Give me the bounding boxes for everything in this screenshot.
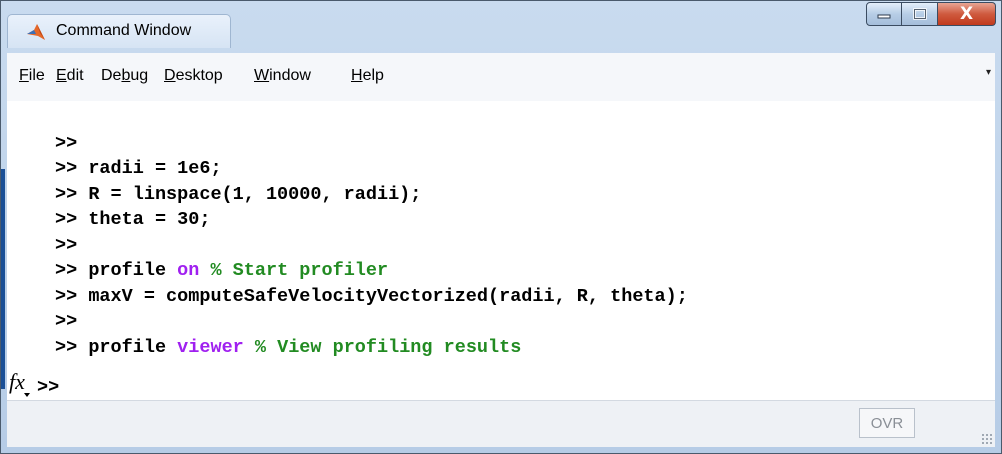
menu-overflow-icon[interactable]: ▾ xyxy=(986,67,991,78)
fx-function-browser-icon[interactable]: fx xyxy=(9,369,25,395)
menu-window[interactable]: Window xyxy=(254,67,311,85)
command-output-area[interactable]: >> >> radii = 1e6; >> R = linspace(1, 1000… xyxy=(7,101,995,401)
menu-bar: File Edit Debug Desktop Window Help ▾ xyxy=(7,53,995,102)
matlab-logo-icon xyxy=(27,24,45,40)
console-line: >> xyxy=(55,234,78,256)
window-tab[interactable]: Command Window xyxy=(7,14,231,48)
minimize-button[interactable] xyxy=(866,2,902,26)
close-icon: X xyxy=(959,4,974,24)
window-title: Command Window xyxy=(56,22,192,39)
current-prompt[interactable]: >> xyxy=(37,377,59,398)
console-line: >> xyxy=(55,311,78,332)
left-accent-strip xyxy=(1,169,5,389)
console-line: >> xyxy=(55,132,78,154)
minimize-icon xyxy=(877,14,891,19)
console-line: >> profile viewer % View profiling resul… xyxy=(55,336,522,358)
console-line: >> R = linspace(1, 10000, radii); xyxy=(55,183,422,205)
maximize-button[interactable] xyxy=(902,2,938,26)
close-button[interactable]: X xyxy=(938,2,996,26)
console-line: >> maxV = computeSafeVelocityVectorized(… xyxy=(55,285,688,307)
menu-help[interactable]: Help xyxy=(351,67,384,85)
console-line: >> profile on % Start profiler xyxy=(55,260,389,281)
title-bar[interactable]: Command Window X xyxy=(1,1,1001,53)
resize-grip-icon[interactable] xyxy=(981,433,993,445)
command-history: >> >> radii = 1e6; >> R = linspace(1, 1000… xyxy=(55,105,688,360)
maximize-icon xyxy=(912,8,927,20)
menu-debug[interactable]: Debug xyxy=(101,67,148,85)
window-controls: X xyxy=(866,2,996,28)
menu-file[interactable]: File xyxy=(19,67,45,85)
ovr-indicator: OVR xyxy=(859,408,915,438)
status-bar: OVR xyxy=(7,400,995,447)
fx-dropdown-icon[interactable] xyxy=(24,393,30,397)
console-line: >> radii = 1e6; xyxy=(55,158,222,179)
menu-edit[interactable]: Edit xyxy=(56,67,84,85)
menu-desktop[interactable]: Desktop xyxy=(164,67,223,85)
console-line: >> theta = 30; xyxy=(55,209,211,230)
command-window: Command Window X File Edit Debug Desktop xyxy=(0,0,1002,454)
